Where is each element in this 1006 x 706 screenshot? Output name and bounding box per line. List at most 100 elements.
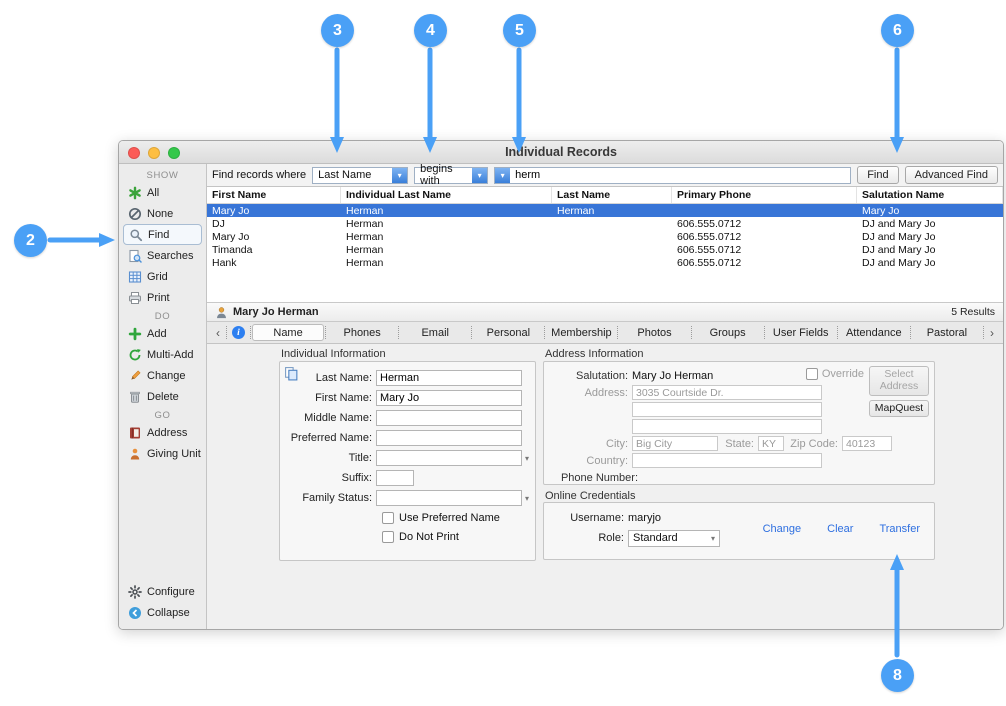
- table-row[interactable]: Hank Herman 606.555.0712 DJ and Mary Jo: [207, 256, 1003, 269]
- sidebar-item-change[interactable]: Change: [119, 365, 206, 386]
- table-row[interactable]: Mary Jo Herman 606.555.0712 DJ and Mary …: [207, 230, 1003, 243]
- column-header[interactable]: Primary Phone: [672, 187, 857, 203]
- column-header[interactable]: Salutation Name: [857, 187, 1003, 203]
- sidebar-item-address[interactable]: Address: [119, 422, 206, 443]
- sidebar-item-print[interactable]: Print: [119, 287, 206, 308]
- transfer-credentials-link[interactable]: Transfer: [879, 523, 920, 535]
- chevron-down-icon[interactable]: ▾: [495, 168, 510, 183]
- tab-separator: [250, 326, 251, 339]
- clear-credentials-link[interactable]: Clear: [827, 523, 853, 535]
- table-row[interactable]: DJ Herman 606.555.0712 DJ and Mary Jo: [207, 217, 1003, 230]
- chevron-down-icon[interactable]: ▾: [472, 168, 487, 183]
- printer-icon: [128, 291, 142, 305]
- sidebar-item-label: Collapse: [147, 607, 190, 619]
- find-records-where-label: Find records where: [212, 169, 306, 181]
- address-line3-field: [632, 419, 822, 434]
- change-credentials-link[interactable]: Change: [763, 523, 802, 535]
- circular-arrow-icon: [128, 348, 142, 362]
- tab-groups[interactable]: Groups: [693, 324, 763, 341]
- saved-search-icon: [128, 249, 142, 263]
- tab-photos[interactable]: Photos: [619, 324, 689, 341]
- first-name-field[interactable]: [376, 390, 522, 406]
- field-select[interactable]: Last Name ▾: [312, 167, 408, 184]
- suffix-field[interactable]: [376, 470, 414, 486]
- preferred-name-label: Preferred Name:: [286, 432, 372, 444]
- state-label: State:: [718, 438, 754, 450]
- zoom-window-button[interactable]: [168, 147, 180, 159]
- sidebar-item-delete[interactable]: Delete: [119, 386, 206, 407]
- search-input[interactable]: [510, 168, 850, 183]
- chevron-down-icon[interactable]: ▾: [525, 494, 529, 503]
- copy-record-icon[interactable]: [284, 366, 299, 381]
- table-row[interactable]: Timanda Herman 606.555.0712 DJ and Mary …: [207, 243, 1003, 256]
- column-header[interactable]: Individual Last Name: [341, 187, 552, 203]
- sidebar-item-add[interactable]: Add: [119, 323, 206, 344]
- sidebar-item-find[interactable]: Find: [123, 224, 202, 245]
- middle-name-field[interactable]: [376, 410, 522, 426]
- column-header[interactable]: Last Name: [552, 187, 672, 203]
- use-preferred-name-label: Use Preferred Name: [399, 512, 500, 524]
- sidebar-item-configure[interactable]: Configure: [119, 581, 206, 602]
- tab-pastoral[interactable]: Pastoral: [912, 324, 982, 341]
- sidebar-item-giving-unit[interactable]: Giving Unit: [119, 443, 206, 464]
- cell-salutation-name: DJ and Mary Jo: [857, 257, 1003, 269]
- family-status-label: Family Status:: [286, 492, 372, 504]
- sidebar-item-label: Add: [147, 328, 167, 340]
- tabs-scroll-left-button[interactable]: ‹: [211, 326, 225, 340]
- find-button[interactable]: Find: [857, 166, 898, 184]
- tab-personal[interactable]: Personal: [473, 324, 543, 341]
- tab-membership[interactable]: Membership: [546, 324, 616, 341]
- sidebar-header-show: SHOW: [119, 170, 206, 181]
- country-field: [632, 453, 822, 468]
- sidebar-item-label: Find: [148, 229, 169, 241]
- role-select[interactable]: Standard ▾: [628, 530, 720, 547]
- advanced-find-button[interactable]: Advanced Find: [905, 166, 998, 184]
- chevron-down-icon: ▾: [711, 534, 715, 543]
- sidebar-item-collapse[interactable]: Collapse: [119, 602, 206, 623]
- info-icon[interactable]: i: [232, 326, 245, 339]
- sidebar-item-none[interactable]: None: [119, 203, 206, 224]
- sidebar-item-all[interactable]: All: [119, 182, 206, 203]
- plus-icon: [128, 327, 142, 341]
- cell-individual-last-name: Herman: [341, 257, 552, 269]
- cell-primary-phone: 606.555.0712: [672, 231, 857, 243]
- use-preferred-name-checkbox[interactable]: [382, 512, 394, 524]
- sidebar-item-label: Configure: [147, 586, 195, 598]
- mapquest-button[interactable]: MapQuest: [869, 400, 929, 417]
- search-field[interactable]: ▾: [494, 167, 851, 184]
- cell-first-name: Timanda: [207, 244, 341, 256]
- close-window-button[interactable]: [128, 147, 140, 159]
- minimize-window-button[interactable]: [148, 147, 160, 159]
- column-header[interactable]: First Name: [207, 187, 341, 203]
- record-tab-bar: ‹ i Name Phones Email Personal Membershi…: [207, 322, 1003, 344]
- address-information-panel: Salutation: Mary Jo Herman Address:: [543, 361, 935, 485]
- do-not-print-checkbox[interactable]: [382, 531, 394, 543]
- sidebar-item-searches[interactable]: Searches: [119, 245, 206, 266]
- chevron-down-icon[interactable]: ▾: [392, 168, 407, 183]
- cell-first-name: Mary Jo: [207, 205, 341, 217]
- cell-first-name: DJ: [207, 218, 341, 230]
- family-status-field[interactable]: [376, 490, 522, 506]
- last-name-field[interactable]: [376, 370, 522, 386]
- tab-separator: [226, 326, 227, 339]
- tab-user-fields[interactable]: User Fields: [766, 324, 836, 341]
- window-titlebar[interactable]: Individual Records: [119, 141, 1003, 164]
- sidebar-item-multi-add[interactable]: Multi-Add: [119, 344, 206, 365]
- username-label: Username:: [554, 512, 624, 524]
- title-field[interactable]: [376, 450, 522, 466]
- preferred-name-field[interactable]: [376, 430, 522, 446]
- sidebar-item-grid[interactable]: Grid: [119, 266, 206, 287]
- zip-code-label: Zip Code:: [784, 438, 838, 450]
- tab-email[interactable]: Email: [400, 324, 470, 341]
- operator-select-value: begins with: [415, 168, 472, 183]
- tab-phones[interactable]: Phones: [327, 324, 397, 341]
- do-not-print-label: Do Not Print: [399, 531, 459, 543]
- tab-attendance[interactable]: Attendance: [839, 324, 909, 341]
- cell-salutation-name: DJ and Mary Jo: [857, 231, 1003, 243]
- address-book-icon: [128, 426, 142, 440]
- chevron-down-icon[interactable]: ▾: [525, 454, 529, 463]
- table-row[interactable]: Mary Jo Herman Herman Mary Jo: [207, 204, 1003, 217]
- tab-name[interactable]: Name: [252, 324, 324, 341]
- tabs-scroll-right-button[interactable]: ›: [985, 326, 999, 340]
- operator-select[interactable]: begins with ▾: [414, 167, 488, 184]
